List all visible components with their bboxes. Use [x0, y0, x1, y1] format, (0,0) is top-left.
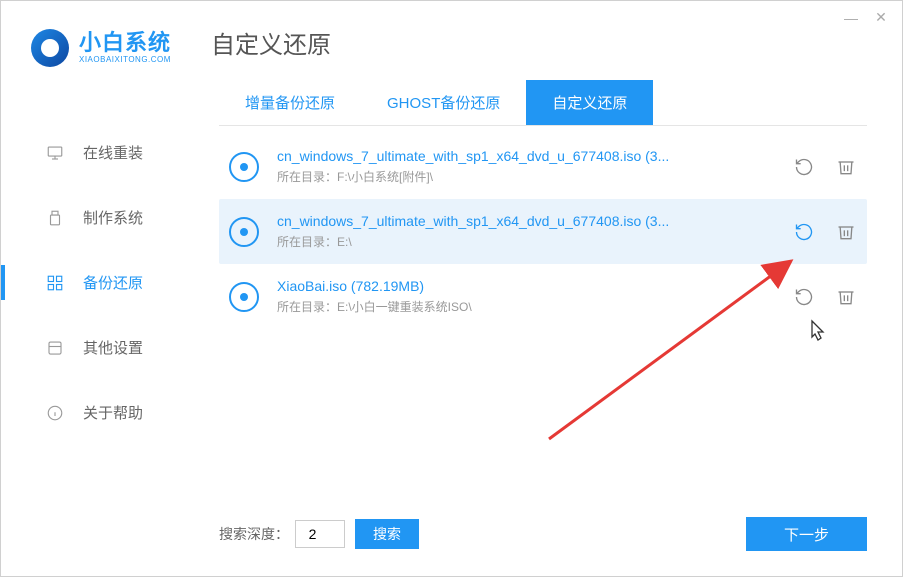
sidebar-item-make-system[interactable]: 制作系统 [1, 185, 199, 250]
search-button[interactable]: 搜索 [355, 519, 419, 549]
sidebar-item-online-reinstall[interactable]: 在线重装 [1, 120, 199, 185]
restore-icon[interactable] [793, 156, 815, 178]
brand-subtitle: XIAOBAIXITONG.COM [79, 55, 171, 64]
next-button[interactable]: 下一步 [746, 517, 867, 551]
delete-icon[interactable] [835, 156, 857, 178]
disc-icon [229, 282, 259, 312]
logo-icon [31, 29, 69, 67]
delete-icon[interactable] [835, 286, 857, 308]
grid-icon [45, 274, 65, 292]
list-item[interactable]: XiaoBai.iso (782.19MB) 所在目录：E:\小白一键重装系统I… [219, 264, 867, 329]
info-icon [45, 404, 65, 422]
list-item[interactable]: cn_windows_7_ultimate_with_sp1_x64_dvd_u… [219, 199, 867, 264]
iso-list: cn_windows_7_ultimate_with_sp1_x64_dvd_u… [219, 134, 867, 329]
sidebar-item-other-settings[interactable]: 其他设置 [1, 315, 199, 380]
item-path: 所在目录：F:\小白系统[附件]\ [277, 168, 779, 185]
item-title: XiaoBai.iso (782.19MB) [277, 278, 779, 294]
disc-icon [229, 152, 259, 182]
sidebar-item-about-help[interactable]: 关于帮助 [1, 380, 199, 445]
page-title: 自定义还原 [211, 25, 331, 70]
sidebar-item-label: 其他设置 [83, 337, 143, 358]
tab-ghost-backup[interactable]: GHOST备份还原 [361, 80, 526, 125]
search-depth-input[interactable] [295, 520, 345, 548]
settings-icon [45, 339, 65, 357]
item-path: 所在目录：E:\小白一键重装系统ISO\ [277, 298, 779, 315]
brand-title: 小白系统 [79, 31, 171, 55]
sidebar: 在线重装 制作系统 备份还原 其他设置 关于帮助 [1, 80, 199, 575]
item-title: cn_windows_7_ultimate_with_sp1_x64_dvd_u… [277, 213, 779, 229]
minimize-button[interactable]: — [842, 10, 860, 26]
item-title: cn_windows_7_ultimate_with_sp1_x64_dvd_u… [277, 148, 779, 164]
restore-icon[interactable] [793, 221, 815, 243]
disc-icon [229, 217, 259, 247]
tab-custom-restore[interactable]: 自定义还原 [526, 80, 653, 125]
tab-incremental-backup[interactable]: 增量备份还原 [219, 80, 361, 125]
close-button[interactable]: ✕ [872, 9, 890, 26]
monitor-icon [45, 144, 65, 162]
item-path: 所在目录：E:\ [277, 233, 779, 250]
delete-icon[interactable] [835, 221, 857, 243]
usb-icon [45, 209, 65, 227]
restore-icon[interactable] [793, 286, 815, 308]
search-depth-label: 搜索深度： [219, 524, 289, 544]
sidebar-item-backup-restore[interactable]: 备份还原 [1, 250, 199, 315]
sidebar-item-label: 关于帮助 [83, 402, 143, 423]
tabs: 增量备份还原 GHOST备份还原 自定义还原 [219, 80, 867, 126]
sidebar-item-label: 备份还原 [83, 272, 143, 293]
list-item[interactable]: cn_windows_7_ultimate_with_sp1_x64_dvd_u… [219, 134, 867, 199]
sidebar-item-label: 制作系统 [83, 207, 143, 228]
sidebar-item-label: 在线重装 [83, 142, 143, 163]
